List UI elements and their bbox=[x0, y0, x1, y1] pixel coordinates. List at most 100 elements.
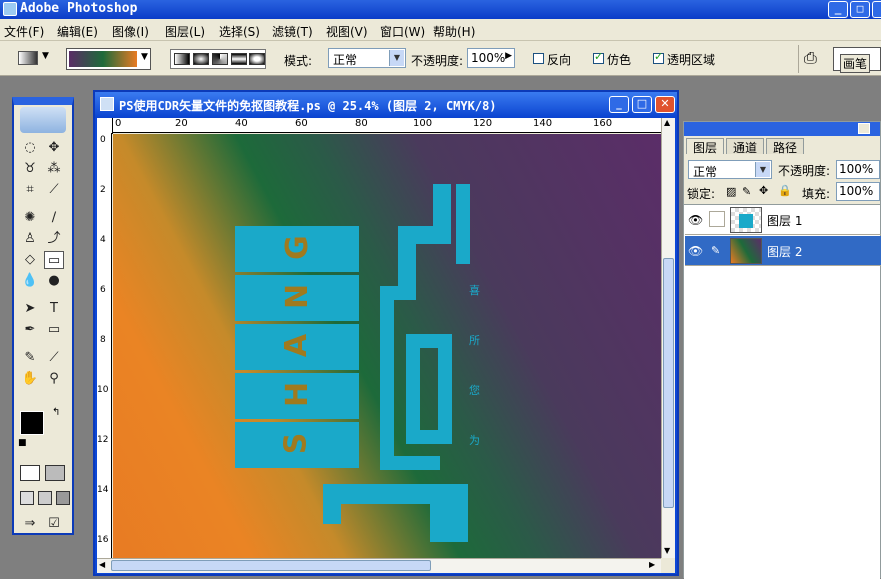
menu-file[interactable]: 文件(F) bbox=[4, 23, 44, 40]
shang-block-group: G N A H S bbox=[235, 226, 359, 468]
visibility-eye-icon[interactable]: 👁 bbox=[688, 213, 703, 227]
imageready-icon[interactable]: ☑ bbox=[44, 515, 64, 533]
swap-colors-icon[interactable]: ↰ bbox=[52, 407, 60, 418]
menu-window[interactable]: 窗口(W) bbox=[380, 23, 425, 40]
lock-all-icon[interactable]: 🔒 bbox=[778, 184, 792, 197]
layer-opacity-input[interactable]: 100% bbox=[836, 160, 880, 179]
menu-edit[interactable]: 编辑(E) bbox=[57, 23, 98, 40]
zoom-tool-icon[interactable]: ⚲ bbox=[44, 370, 64, 388]
clone-stamp-tool-icon[interactable]: ♙ bbox=[20, 230, 40, 248]
radial-gradient-icon[interactable] bbox=[193, 53, 209, 65]
doc-maximize-button[interactable]: □ bbox=[632, 96, 652, 113]
tab-paths[interactable]: 路径 bbox=[766, 138, 805, 155]
ruler-v-label: 10 bbox=[97, 385, 109, 395]
dither-checkbox[interactable] bbox=[593, 50, 604, 64]
healing-brush-tool-icon[interactable]: ✺ bbox=[20, 209, 40, 227]
mode-select[interactable]: 正常 ▼ bbox=[328, 48, 406, 68]
foreground-color-swatch[interactable] bbox=[20, 411, 44, 435]
standard-mode-icon[interactable] bbox=[20, 465, 40, 481]
scroll-up-icon[interactable]: ▲ bbox=[664, 118, 670, 127]
screen-mode-standard-icon[interactable] bbox=[20, 491, 34, 505]
pen-tool-icon[interactable]: ✒ bbox=[20, 321, 40, 339]
link-toggle[interactable] bbox=[709, 211, 725, 227]
layer-row-selected[interactable]: 👁 ✎ 图层 2 bbox=[685, 236, 881, 266]
menu-help[interactable]: 帮助(H) bbox=[433, 23, 475, 40]
eyedropper-tool-icon[interactable]: ⟋ bbox=[44, 349, 64, 367]
chevron-down-icon: ▼ bbox=[389, 50, 404, 66]
ruler-origin[interactable] bbox=[97, 118, 113, 134]
photoshop-logo-icon bbox=[3, 2, 17, 16]
quick-mask-icon[interactable] bbox=[45, 465, 65, 481]
scroll-right-icon[interactable]: ▶ bbox=[649, 560, 655, 569]
reflected-gradient-icon[interactable] bbox=[231, 53, 247, 65]
maximize-button[interactable]: □ bbox=[850, 1, 870, 18]
type-tool-icon[interactable]: T bbox=[44, 300, 64, 318]
menu-select[interactable]: 选择(S) bbox=[219, 23, 260, 40]
notes-tool-icon[interactable]: ✎ bbox=[20, 349, 40, 367]
reverse-checkbox[interactable] bbox=[533, 53, 544, 64]
rectangle-tool-icon[interactable]: ▭ bbox=[44, 321, 64, 339]
fill-input[interactable]: 100% bbox=[836, 182, 880, 201]
chevron-right-icon[interactable]: ▶ bbox=[505, 51, 512, 61]
ruler-v-label: 12 bbox=[97, 435, 109, 445]
menu-image[interactable]: 图像(I) bbox=[112, 23, 149, 40]
letter-block: H bbox=[235, 373, 359, 419]
letter-block: S bbox=[235, 422, 359, 468]
close-button[interactable] bbox=[872, 1, 881, 18]
dodge-tool-icon[interactable]: ● bbox=[44, 272, 64, 290]
eraser-tool-icon[interactable]: ◇ bbox=[20, 251, 40, 269]
minimize-button[interactable]: _ bbox=[828, 1, 848, 18]
angle-gradient-icon[interactable] bbox=[212, 53, 228, 65]
tool-preset-chevron-down-icon[interactable]: ▼ bbox=[42, 51, 49, 61]
lock-position-icon[interactable]: ✥ bbox=[759, 184, 768, 197]
menu-layer[interactable]: 图层(L) bbox=[165, 23, 205, 40]
artwork-side-char: 您 bbox=[469, 384, 480, 397]
document-canvas[interactable]: G N A H S 喜 所 您 为 bbox=[113, 134, 661, 558]
blur-tool-icon[interactable]: 💧 bbox=[20, 272, 40, 290]
menu-filter[interactable]: 滤镜(T) bbox=[272, 23, 313, 40]
history-brush-tool-icon[interactable]: ⤴ bbox=[44, 230, 64, 248]
tab-layers[interactable]: 图层 bbox=[686, 138, 725, 155]
doc-close-button[interactable]: ✕ bbox=[655, 96, 675, 113]
opacity-value: 100% bbox=[471, 51, 506, 65]
brush-tool-icon[interactable]: ∕ bbox=[44, 209, 64, 227]
scroll-down-icon[interactable]: ▼ bbox=[664, 546, 670, 555]
gradient-tool-icon[interactable]: ▭ bbox=[44, 251, 64, 269]
horizontal-scrollbar[interactable]: ◀ ▶ bbox=[97, 558, 661, 573]
transparency-checkbox[interactable] bbox=[653, 50, 664, 64]
crop-tool-icon[interactable]: ⌗ bbox=[20, 181, 40, 199]
vertical-scrollbar[interactable]: ▲ ▼ bbox=[661, 118, 675, 558]
lock-pixels-icon[interactable]: ✎ bbox=[742, 185, 751, 198]
tab-channels[interactable]: 通道 bbox=[726, 138, 765, 155]
visibility-eye-icon[interactable]: 👁 bbox=[688, 244, 703, 258]
gradient-picker[interactable]: ▼ bbox=[66, 48, 151, 70]
scroll-thumb[interactable] bbox=[663, 258, 674, 508]
screen-mode-full-icon[interactable] bbox=[56, 491, 70, 505]
lasso-tool-icon[interactable]: ♉ bbox=[20, 160, 40, 178]
chevron-down-icon: ▼ bbox=[755, 162, 770, 177]
magic-wand-tool-icon[interactable]: ⁂ bbox=[44, 160, 64, 178]
jump-to-imageready-icon[interactable]: ⇒ bbox=[20, 515, 40, 533]
opacity-input[interactable]: 100% ▶ bbox=[467, 48, 515, 68]
brushes-tab[interactable]: 画笔 bbox=[840, 54, 871, 73]
lock-transparency-icon[interactable]: ▨ bbox=[726, 185, 736, 198]
file-browser-icon[interactable]: ⎙ bbox=[804, 48, 817, 68]
blend-mode-select[interactable]: 正常 ▼ bbox=[688, 160, 772, 179]
scroll-left-icon[interactable]: ◀ bbox=[99, 560, 105, 569]
adobe-online-feather-icon[interactable] bbox=[20, 107, 66, 133]
diamond-gradient-icon[interactable] bbox=[249, 53, 265, 65]
path-selection-tool-icon[interactable]: ➤ bbox=[20, 300, 40, 318]
scroll-thumb[interactable] bbox=[111, 560, 431, 571]
menu-view[interactable]: 视图(V) bbox=[326, 23, 368, 40]
move-tool-icon[interactable]: ✥ bbox=[44, 139, 64, 157]
marquee-tool-icon[interactable]: ◌ bbox=[20, 139, 40, 157]
slice-tool-icon[interactable]: ⟋ bbox=[44, 181, 64, 199]
gradient-tool-icon[interactable] bbox=[18, 51, 38, 65]
linear-gradient-icon[interactable] bbox=[174, 53, 190, 65]
default-colors-icon[interactable]: ■ bbox=[18, 438, 27, 448]
layer-row[interactable]: 👁 图层 1 bbox=[685, 205, 881, 235]
hand-tool-icon[interactable]: ✋ bbox=[20, 370, 40, 388]
screen-mode-menu-icon[interactable] bbox=[38, 491, 52, 505]
doc-minimize-button[interactable]: _ bbox=[609, 96, 629, 113]
panel-minimize-button[interactable] bbox=[858, 123, 870, 134]
